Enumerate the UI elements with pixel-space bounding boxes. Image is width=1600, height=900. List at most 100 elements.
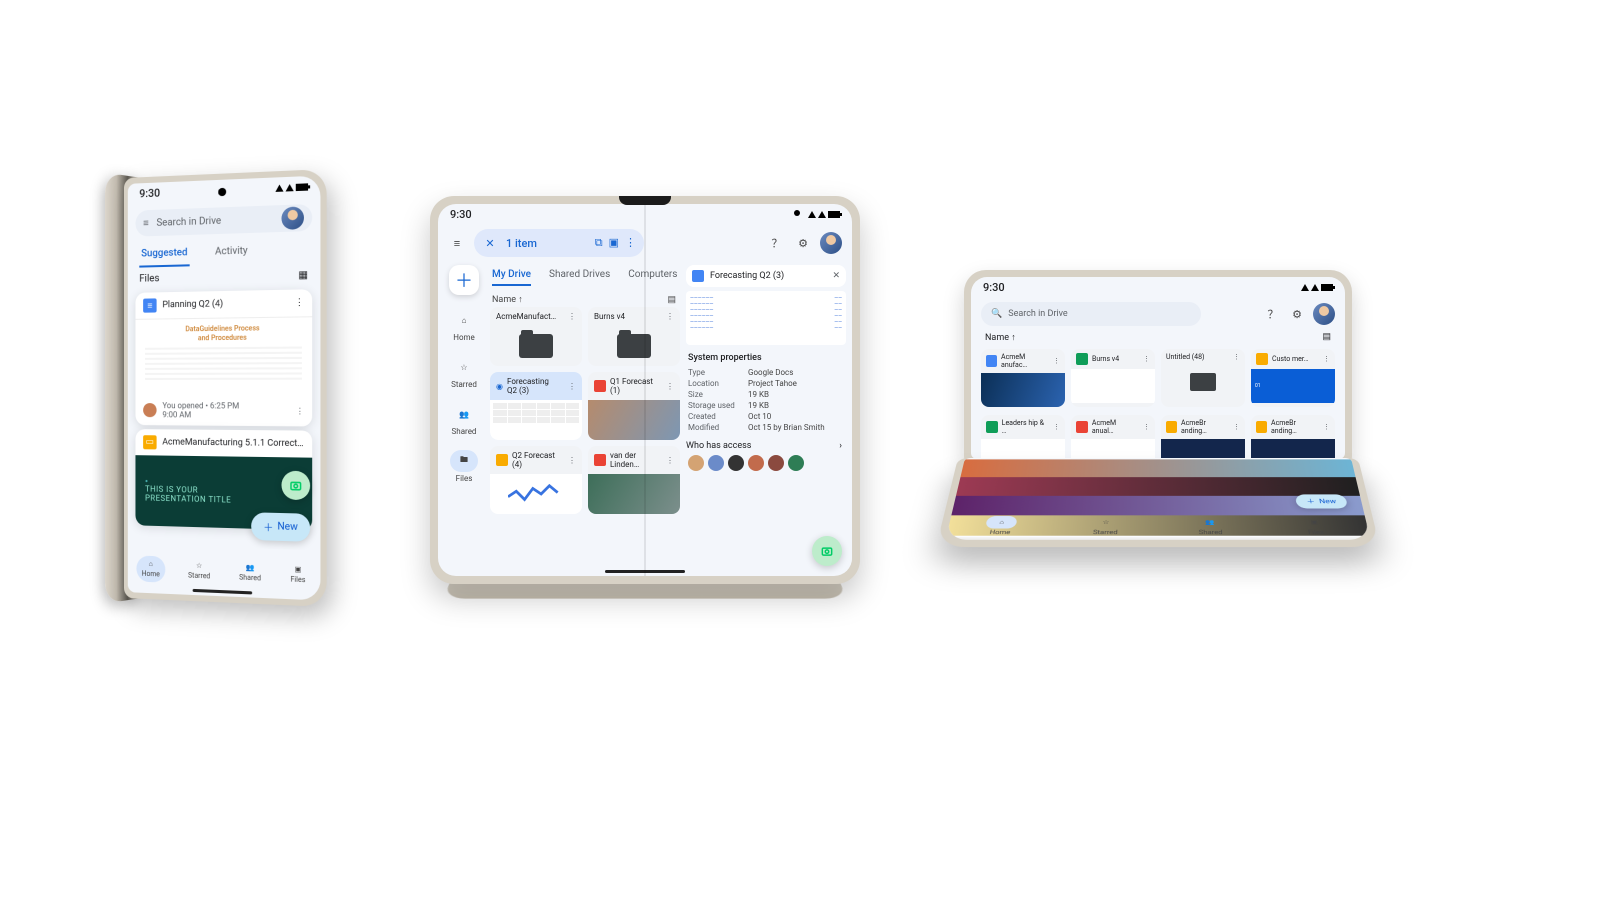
file-grid: AcmeManufact…⋮ Burns v4⋮ ◉ForecastingQ2 … — [490, 307, 680, 514]
more-icon[interactable]: ⋮ — [1233, 353, 1240, 361]
sheets-icon — [1076, 353, 1088, 365]
file-grid: AcmeM anufac…⋮ Burns v4⋮ Untitled (48)⋮ … — [971, 345, 1345, 411]
meta-subtext: 9:00 AM — [162, 410, 239, 420]
file-item[interactable]: Burns v4⋮ — [1071, 349, 1155, 407]
file-item[interactable]: Q2 Forecast(4)⋮ — [490, 446, 582, 514]
more-icon[interactable]: ⋮ — [296, 406, 304, 415]
file-card[interactable]: ≡ Planning Q2 (4) ⋮ DataGuidelines Proce… — [135, 289, 312, 426]
file-item[interactable]: Leaders hip & …⋮ — [981, 415, 1065, 459]
scan-button[interactable] — [812, 536, 842, 566]
sort-label[interactable]: Name — [492, 295, 516, 305]
tab-suggested[interactable]: Suggested — [139, 241, 189, 268]
menu-icon[interactable]: ≡ — [448, 234, 466, 252]
view-toggle-icon[interactable]: ▤ — [1322, 332, 1331, 343]
signal-icon — [286, 184, 294, 192]
file-title: Planning Q2 (4) — [162, 299, 223, 310]
help-icon[interactable]: ？ — [768, 234, 786, 252]
new-button[interactable]: ＋ New — [251, 512, 310, 542]
nav-files[interactable]: ▣Files — [1298, 516, 1332, 536]
status-bar: 9:30 — [438, 204, 852, 225]
file-item[interactable]: AcmeBr anding…⋮ — [1161, 415, 1245, 459]
more-icon[interactable]: ⋮ — [295, 298, 304, 309]
file-item[interactable] — [960, 459, 1355, 477]
more-icon[interactable]: ⋮ — [666, 382, 674, 391]
more-icon[interactable]: ⋮ — [568, 312, 576, 321]
file-item[interactable]: AcmeBr anding…⋮ — [1251, 415, 1335, 459]
settings-icon[interactable]: ⚙ — [1289, 306, 1305, 322]
file-item[interactable]: AcmeM anual…⋮ — [1071, 415, 1155, 459]
thumbnail — [981, 439, 1065, 459]
rail-home[interactable]: ⌂Home — [450, 309, 478, 342]
more-icon[interactable]: ⋮ — [1053, 357, 1060, 365]
more-icon[interactable]: ⋮ — [666, 312, 674, 321]
create-button[interactable]: ＋ — [449, 265, 479, 295]
file-item[interactable]: Q1 Forecast(1)⋮ — [588, 372, 680, 440]
nav-shared[interactable]: 👥Shared — [1195, 516, 1227, 536]
avatar[interactable] — [281, 206, 303, 230]
more-icon[interactable]: ⋮ — [625, 236, 636, 250]
more-icon[interactable]: ⋮ — [666, 456, 674, 465]
folder-item[interactable]: Untitled (48)⋮ — [1161, 349, 1245, 407]
close-selection-icon[interactable]: ✕ — [482, 235, 498, 251]
more-icon[interactable]: ⋮ — [1143, 355, 1150, 363]
rail-starred[interactable]: ☆Starred — [450, 356, 478, 389]
avatar[interactable] — [820, 232, 842, 254]
file-preview: DataGuidelines Process and Procedures — [135, 316, 312, 397]
nav-starred[interactable]: ☆Starred — [1090, 516, 1122, 536]
file-item[interactable]: van derLinden…⋮ — [588, 446, 680, 514]
nav-shared[interactable]: 👥Shared — [233, 559, 267, 587]
more-icon[interactable]: ⋮ — [1143, 423, 1150, 431]
help-icon[interactable]: ？ — [1265, 306, 1281, 322]
who-has-access[interactable]: Who has access › — [686, 441, 846, 451]
file-item-selected[interactable]: ◉ForecastingQ2 (3)⋮ — [490, 372, 582, 440]
panel-title: Forecasting Q2 (3) — [710, 271, 784, 281]
tab-my-drive[interactable]: My Drive — [492, 265, 531, 286]
move-icon[interactable]: ⧉ — [595, 236, 603, 250]
nav-home[interactable]: ⌂Home — [136, 555, 166, 582]
search-input[interactable]: 🔍 Search in Drive — [981, 302, 1201, 326]
nav-starred[interactable]: ☆Starred — [182, 557, 216, 585]
file-item[interactable]: AcmeM anufac…⋮ — [981, 349, 1065, 407]
new-button[interactable]: ＋ New — [1295, 494, 1348, 508]
user-avatar-icon — [688, 455, 704, 471]
rail-files[interactable]: 🖿Files — [450, 450, 478, 483]
rail-shared[interactable]: 👥Shared — [450, 403, 478, 436]
menu-icon[interactable]: ≡ — [143, 218, 149, 229]
avatar[interactable] — [1313, 303, 1335, 325]
preview-line: and Procedures — [145, 333, 302, 344]
view-toggle-icon[interactable]: ▤ — [667, 295, 676, 305]
file-item[interactable] — [956, 477, 1360, 496]
search-input[interactable]: ≡ Search in Drive — [135, 204, 312, 237]
plus-icon: ＋ — [263, 519, 273, 535]
file-item[interactable]: Custo mer…⋮01 — [1251, 349, 1335, 407]
more-icon[interactable]: ⋮ — [1323, 423, 1330, 431]
scan-button[interactable] — [281, 471, 310, 501]
settings-icon[interactable]: ⚙ — [794, 234, 812, 252]
nav-home[interactable]: ⌂Home — [984, 516, 1018, 536]
tab-computers[interactable]: Computers — [628, 265, 677, 286]
more-icon[interactable]: ⋮ — [1233, 423, 1240, 431]
more-icon[interactable]: ⋮ — [568, 456, 576, 465]
wifi-icon — [275, 184, 283, 192]
nav-files[interactable]: ▣Files — [284, 561, 311, 589]
status-time: 9:30 — [983, 281, 1005, 294]
more-icon[interactable]: ⋮ — [1323, 355, 1330, 363]
people-icon: 👥 — [246, 563, 255, 572]
access-avatars — [686, 451, 846, 475]
section-label: Files — [139, 273, 159, 285]
view-toggle-icon[interactable]: ▦ — [298, 270, 308, 282]
more-icon[interactable]: ⋮ — [1053, 423, 1060, 431]
more-icon[interactable]: ⋮ — [568, 382, 576, 391]
delete-icon[interactable]: ▣ — [609, 236, 619, 250]
device-tablet-unfolded: 9:30 ≡ ✕ 1 item ⧉ ▣ ⋮ ？ ⚙ — [430, 196, 860, 584]
status-indicators — [275, 183, 308, 192]
camera-icon — [289, 478, 303, 493]
close-icon[interactable]: ✕ — [832, 271, 840, 281]
panel-section-title: System properties — [688, 353, 844, 363]
pdf-icon — [594, 380, 606, 392]
folder-item[interactable]: AcmeManufact…⋮ — [490, 307, 582, 366]
tab-activity[interactable]: Activity — [213, 239, 250, 266]
folder-item[interactable]: Burns v4⋮ — [588, 307, 680, 366]
tab-shared-drives[interactable]: Shared Drives — [549, 265, 610, 286]
sort-label[interactable]: Name — [985, 333, 1009, 343]
